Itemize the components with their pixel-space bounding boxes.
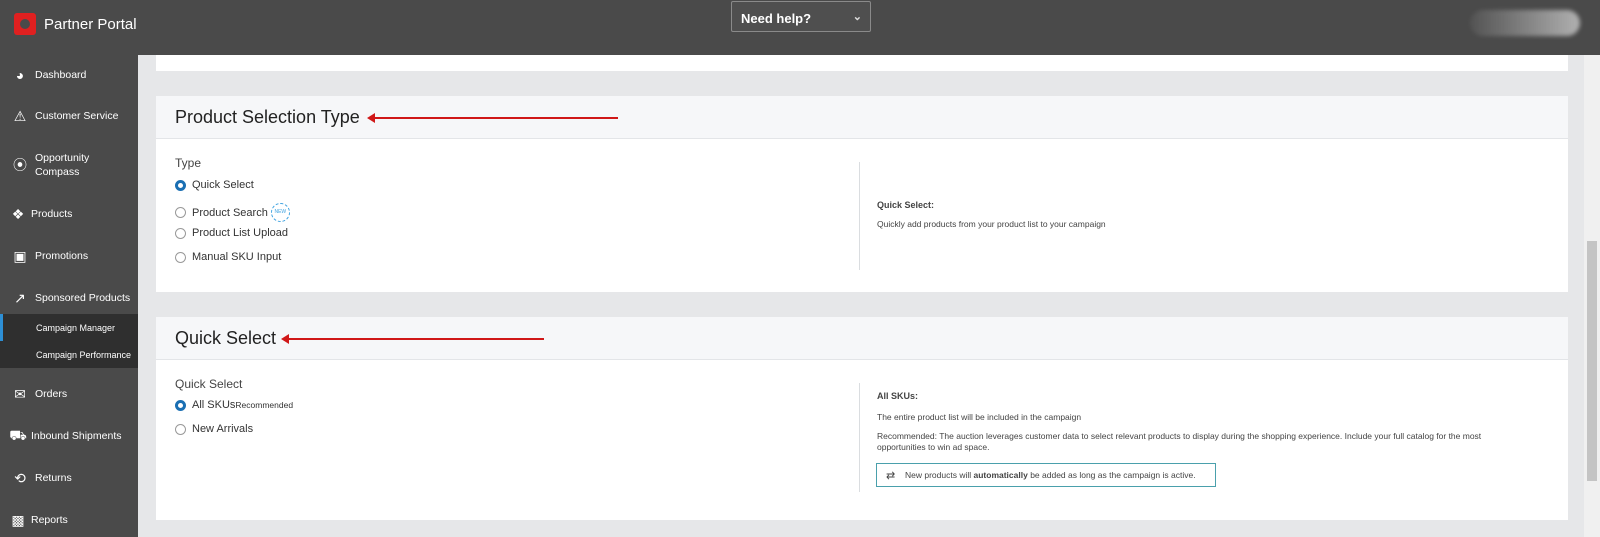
sidebar-subitem-campaign-performance[interactable]: Campaign Performance <box>0 341 138 368</box>
warning-icon: ⚠ <box>13 107 27 124</box>
sidebar-item-label: Sponsored Products <box>35 292 131 304</box>
tag-icon: ❖ <box>11 205 25 222</box>
sidebar-item-dashboard[interactable]: ◕ Dashboard <box>0 65 138 85</box>
sidebar-item-label: Reports <box>31 514 68 526</box>
scrollbar-thumb[interactable] <box>1587 241 1597 481</box>
sidebar-item-sponsored-products[interactable]: ↗ Sponsored Products <box>0 288 138 308</box>
dashboard-icon: ◕ <box>15 67 25 83</box>
top-bar: Partner Portal Need help? ⌄ <box>0 0 1600 55</box>
annotation-arrow <box>281 334 544 344</box>
vertical-divider <box>859 162 860 270</box>
info-text: The entire product list will be included… <box>877 412 1082 422</box>
radio-empty-icon <box>175 251 186 263</box>
sidebar-item-label: Dashboard <box>35 69 87 81</box>
annotation-arrow <box>367 113 618 123</box>
chart-line-icon: ↗ <box>14 289 26 306</box>
radio-empty-icon <box>175 207 186 218</box>
radio-product-list-upload[interactable]: Product List Upload <box>175 227 288 239</box>
sidebar-item-label: Orders <box>35 388 68 400</box>
sidebar-item-returns[interactable]: ⟲ Returns <box>0 468 138 488</box>
compass-icon: ⦿ <box>13 157 27 173</box>
sidebar-item-label: Customer Service <box>35 110 119 122</box>
previous-section-card <box>156 55 1568 71</box>
product-selection-card: Product Selection Type Type Quick Select… <box>156 96 1568 292</box>
radio-empty-icon <box>175 423 186 435</box>
truck-icon: ⛟ <box>9 426 27 443</box>
sidebar-item-promotions[interactable]: ▣ Promotions <box>0 246 138 266</box>
radio-new-arrivals[interactable]: New Arrivals <box>175 423 253 435</box>
radio-label: Quick Select <box>192 179 254 191</box>
bar-chart-icon: ▩ <box>11 511 25 528</box>
radio-quick-select[interactable]: Quick Select <box>175 179 254 191</box>
info-text: Quickly add products from your product l… <box>877 219 1106 229</box>
new-badge-icon: NEW <box>270 203 290 222</box>
brand-logo-icon <box>14 13 36 35</box>
radio-label: Product Search <box>192 206 268 219</box>
quick-select-title: Quick Select <box>175 328 277 348</box>
sync-arrows-icon: ⇄ <box>886 470 896 482</box>
vertical-divider <box>859 383 860 492</box>
recommended-tag: Recommended <box>235 400 294 410</box>
notice-text-post: be added as long as the campaign is acti… <box>1027 470 1196 480</box>
sidebar-item-orders[interactable]: ✉ Orders <box>0 384 138 404</box>
sidebar: ◕ Dashboard ⚠ Customer Service ⦿ Opportu… <box>0 55 138 537</box>
brand[interactable]: Partner Portal <box>14 13 137 35</box>
need-help-dropdown[interactable]: Need help? ⌄ <box>731 1 871 32</box>
radio-all-skus[interactable]: All SKUs Recommended <box>175 399 293 411</box>
sidebar-item-label: Returns <box>35 472 72 484</box>
sidebar-item-reports[interactable]: ▩ Reports <box>0 510 138 530</box>
radio-label: All SKUs <box>192 399 236 411</box>
radio-label: New Arrivals <box>192 423 254 435</box>
info-text-recommended: Recommended: The auction leverages custo… <box>877 431 1482 452</box>
info-title: Quick Select: <box>877 200 935 210</box>
radio-label: Manual SKU Input <box>192 251 282 263</box>
need-help-label: Need help? <box>741 11 812 26</box>
notice-text-bold: automatically <box>973 470 1028 480</box>
scrollbar[interactable] <box>1584 55 1600 537</box>
sidebar-item-inbound-shipments[interactable]: ⛟ Inbound Shipments <box>0 426 138 446</box>
info-title: All SKUs: <box>877 391 919 401</box>
product-selection-title: Product Selection Type <box>175 107 360 127</box>
radio-empty-icon <box>175 227 186 239</box>
notice-text-pre: New products will <box>905 470 974 480</box>
radio-label: Product List Upload <box>192 227 288 239</box>
user-menu[interactable] <box>1470 10 1580 36</box>
sidebar-subitem-campaign-manager[interactable]: Campaign Manager <box>0 314 138 341</box>
auto-add-notice: ⇄ New products will automatically be add… <box>876 463 1216 487</box>
sidebar-item-opportunity-compass[interactable]: ⦿ Opportunity Compass <box>0 150 138 180</box>
inbox-icon: ✉ <box>14 385 26 402</box>
sidebar-item-label: Inbound Shipments <box>31 430 122 442</box>
radio-manual-sku-input[interactable]: Manual SKU Input <box>175 251 281 263</box>
radio-selected-icon <box>175 179 186 191</box>
type-label: Type <box>175 156 202 170</box>
money-icon: ▣ <box>13 247 27 264</box>
radio-product-search[interactable]: Product Search NEW <box>175 203 290 222</box>
chevron-down-icon: ⌄ <box>852 11 862 23</box>
sidebar-item-label: Promotions <box>35 250 89 262</box>
sidebar-item-label: Products <box>31 208 73 220</box>
sidebar-item-products[interactable]: ❖ Products <box>0 204 138 224</box>
returns-icon: ⟲ <box>14 469 26 486</box>
brand-name: Partner Portal <box>44 15 137 33</box>
sidebar-item-customer-service[interactable]: ⚠ Customer Service <box>0 106 138 126</box>
quick-select-label: Quick Select <box>175 377 243 391</box>
quick-select-card: Quick Select Quick Select All SKUs Recomm… <box>156 317 1568 520</box>
radio-selected-icon <box>175 399 186 411</box>
sidebar-item-label: Opportunity Compass <box>35 152 90 178</box>
